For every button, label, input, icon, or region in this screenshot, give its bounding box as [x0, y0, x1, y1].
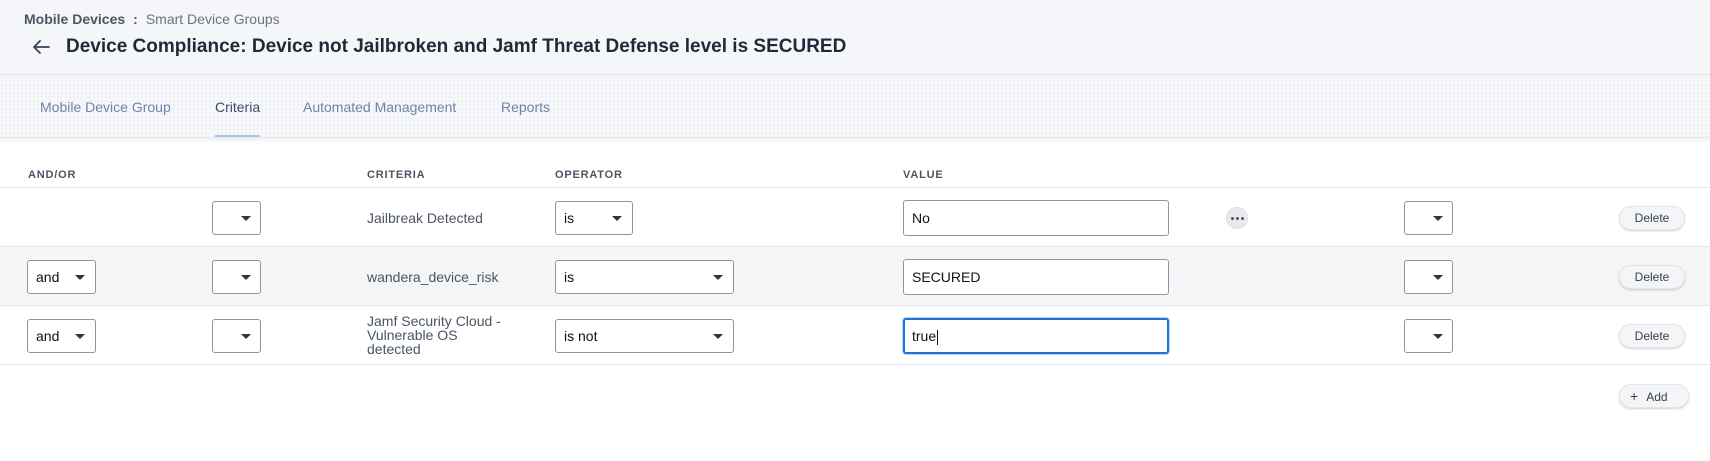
caret-down-icon: [1433, 275, 1443, 280]
criteria-row: and Jamf Security Cloud - Vulnerable OS …: [0, 305, 1710, 364]
breadcrumb-parent-link[interactable]: Mobile Devices: [24, 11, 125, 27]
add-button-label: Add: [1646, 390, 1668, 404]
value-text: true: [912, 328, 937, 344]
criteria-name-line: Jamf Security Cloud -: [367, 313, 501, 329]
ellipsis-icon[interactable]: [1226, 207, 1248, 229]
operator-value: is: [564, 269, 575, 285]
value-input[interactable]: No: [903, 200, 1169, 236]
operator-value: is not: [564, 328, 598, 344]
column-header-operator: OPERATOR: [555, 169, 623, 181]
caret-down-icon: [75, 275, 85, 280]
close-paren-select[interactable]: [1404, 201, 1453, 235]
close-paren-select[interactable]: [1404, 319, 1453, 353]
criteria-name: Jailbreak Detected: [367, 210, 483, 226]
tab-bar: Mobile Device Group Criteria Automated M…: [0, 75, 1710, 138]
page-title: Device Compliance: Device not Jailbroken…: [66, 36, 847, 57]
criteria-name: Jamf Security Cloud - Vulnerable OS dete…: [367, 314, 501, 356]
tab-criteria[interactable]: Criteria: [215, 99, 261, 137]
andor-value: and: [36, 269, 60, 285]
caret-down-icon: [1433, 216, 1443, 221]
page-header: Mobile Devices: Smart Device Groups Devic…: [0, 0, 1710, 75]
column-header-criteria: CRITERIA: [367, 169, 426, 181]
value-input[interactable]: SECURED: [903, 259, 1169, 295]
value-input[interactable]: true: [903, 318, 1169, 354]
close-paren-select[interactable]: [1404, 260, 1453, 294]
column-header-value: VALUE: [903, 169, 944, 181]
breadcrumb: Mobile Devices: Smart Device Groups: [24, 11, 280, 27]
plus-icon: +: [1630, 388, 1639, 404]
delete-button[interactable]: Delete: [1619, 206, 1685, 230]
add-button[interactable]: + Add: [1619, 384, 1689, 408]
caret-down-icon: [241, 275, 251, 280]
criteria-row: and wandera_device_risk is SECURED Delet…: [0, 246, 1710, 305]
operator-select[interactable]: is: [555, 260, 734, 294]
caret-down-icon: [1433, 334, 1443, 339]
criteria-name-line: Vulnerable OS: [367, 327, 458, 343]
tab-reports[interactable]: Reports: [501, 99, 550, 115]
open-paren-select[interactable]: [212, 319, 261, 353]
caret-down-icon: [241, 216, 251, 221]
operator-select[interactable]: is: [555, 201, 633, 235]
criteria-row: Jailbreak Detected is No Delete: [0, 187, 1710, 246]
delete-button[interactable]: Delete: [1619, 265, 1685, 289]
breadcrumb-current-link[interactable]: Smart Device Groups: [146, 11, 280, 27]
back-arrow-icon[interactable]: [30, 36, 52, 58]
column-header-andor: AND/OR: [28, 169, 77, 181]
operator-value: is: [564, 210, 575, 226]
caret-down-icon: [713, 334, 723, 339]
caret-down-icon: [75, 334, 85, 339]
andor-select[interactable]: and: [27, 260, 96, 294]
row-divider: [0, 364, 1710, 365]
breadcrumb-separator: :: [133, 11, 138, 27]
caret-down-icon: [713, 275, 723, 280]
operator-select[interactable]: is not: [555, 319, 734, 353]
tab-mobile-device-group[interactable]: Mobile Device Group: [40, 99, 171, 115]
criteria-name: wandera_device_risk: [367, 269, 499, 285]
text-cursor: [937, 329, 939, 345]
caret-down-icon: [241, 334, 251, 339]
open-paren-select[interactable]: [212, 260, 261, 294]
caret-down-icon: [612, 216, 622, 221]
andor-select[interactable]: and: [27, 319, 96, 353]
andor-value: and: [36, 328, 60, 344]
criteria-name-line: detected: [367, 341, 421, 357]
tab-automated-management[interactable]: Automated Management: [303, 99, 456, 115]
open-paren-select[interactable]: [212, 201, 261, 235]
delete-button[interactable]: Delete: [1619, 324, 1685, 348]
